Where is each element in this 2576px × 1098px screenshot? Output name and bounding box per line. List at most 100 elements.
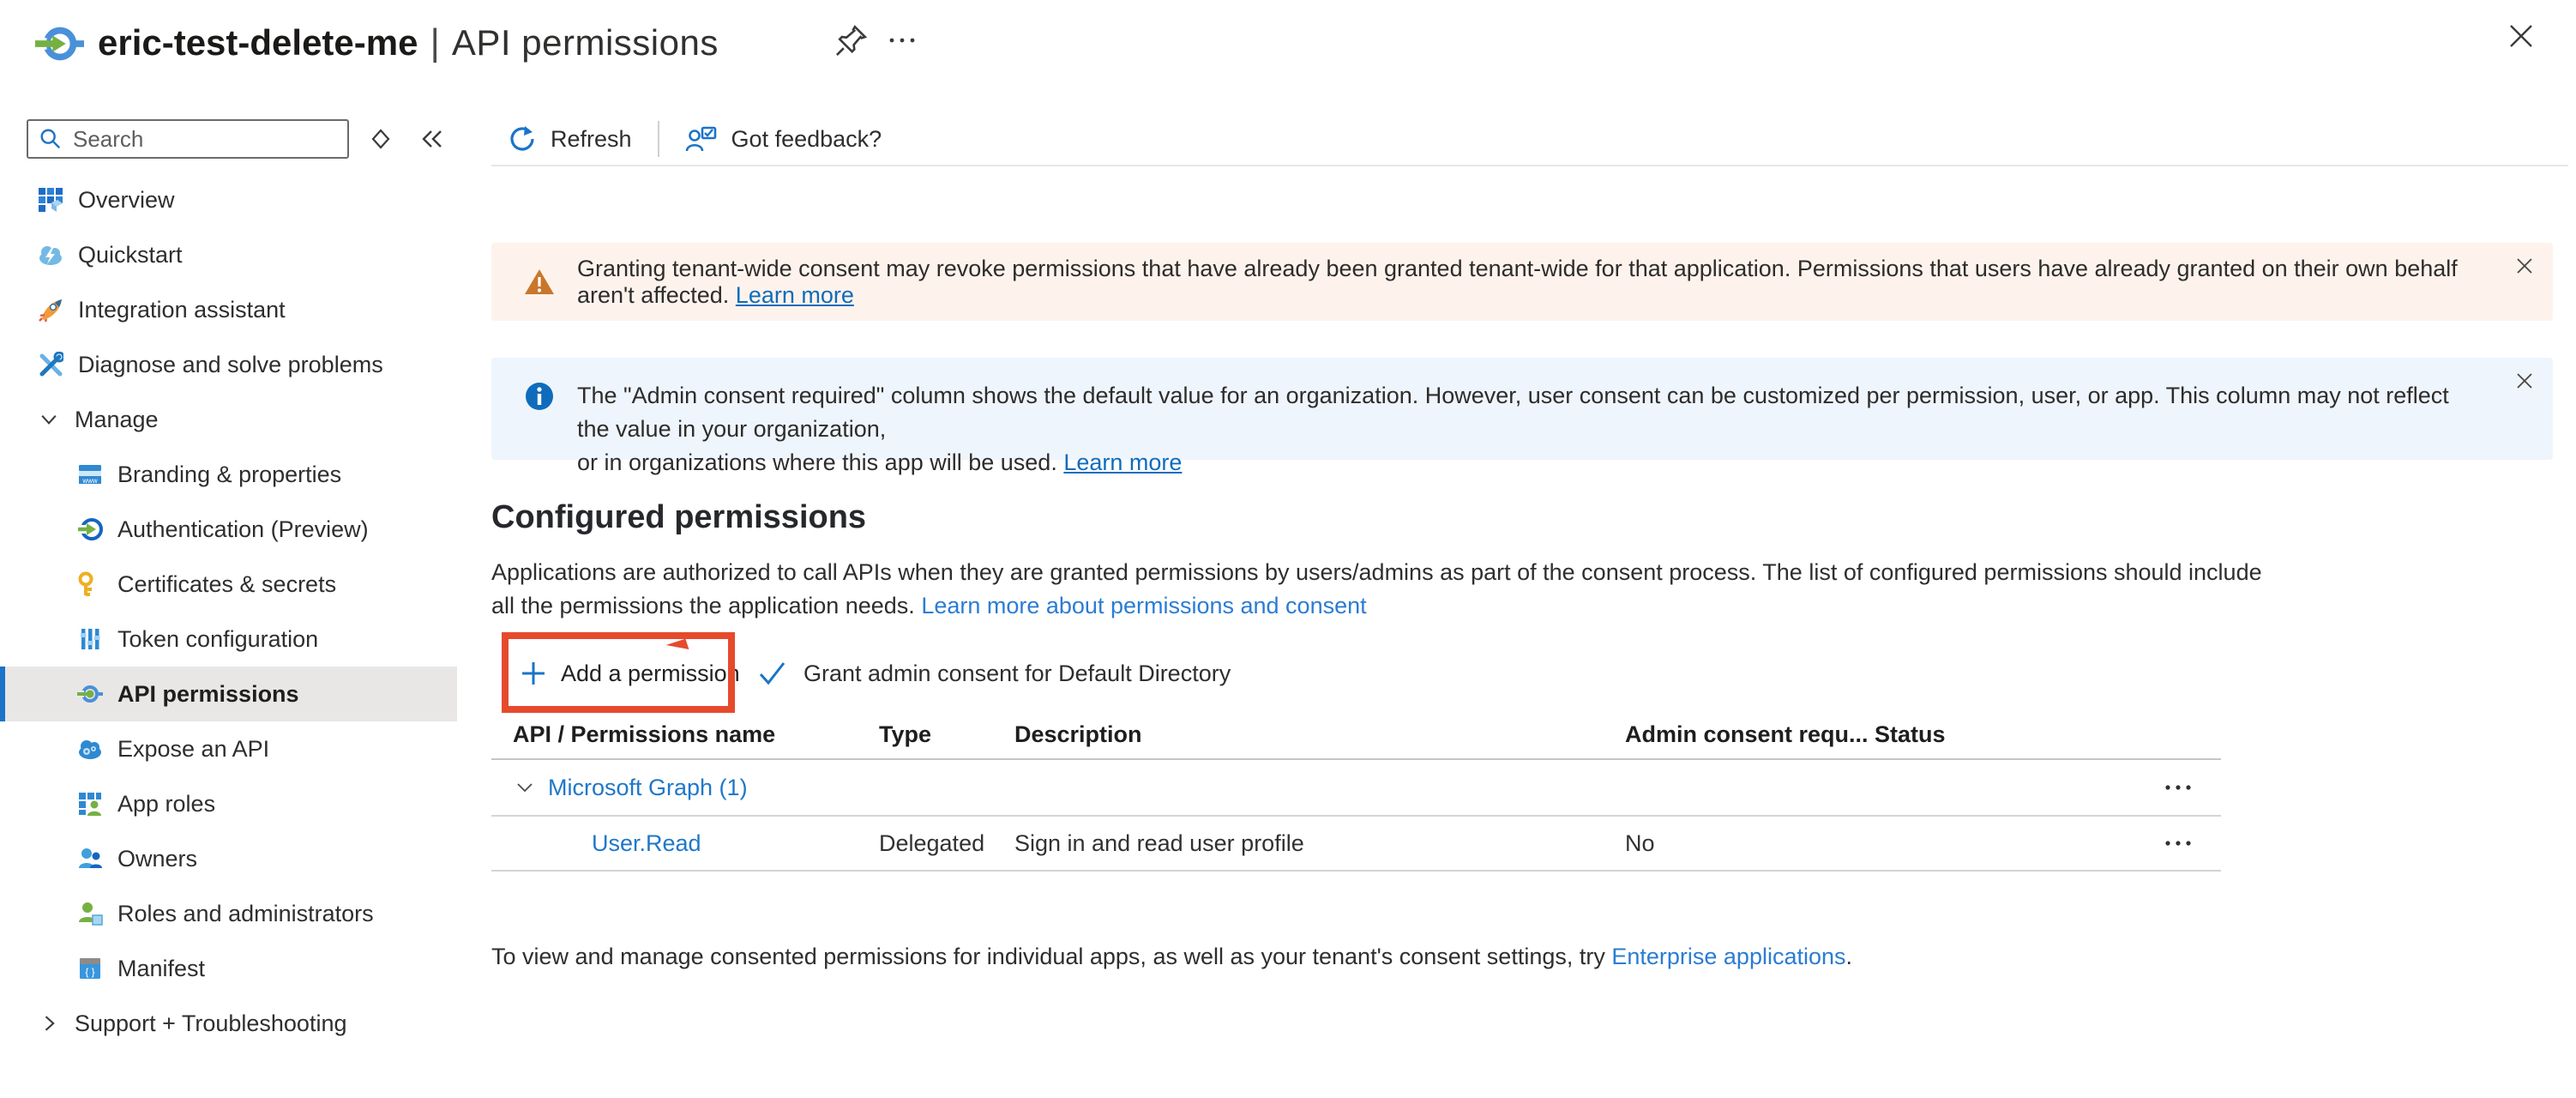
title-separator: |	[430, 21, 439, 64]
sidebar-item-roles-administrators[interactable]: Roles and administrators	[0, 886, 457, 941]
collapse-sidebar-icon[interactable]	[418, 125, 446, 153]
sidebar-item-expose-api[interactable]: Expose an API	[0, 721, 457, 776]
warning-icon	[524, 268, 555, 297]
sidebar-item-manage[interactable]: Manage	[0, 392, 457, 447]
row-ellipsis-icon	[2163, 836, 2194, 850]
app-name: eric-test-delete-me	[98, 22, 418, 63]
add-permission-button[interactable]: Add a permission	[521, 650, 740, 697]
sidebar-item-diagnose[interactable]: Diagnose and solve problems	[0, 337, 457, 392]
sidebar-item-label: Support + Troubleshooting	[75, 1011, 346, 1037]
authentication-icon	[77, 516, 103, 542]
permissions-consent-link[interactable]: Learn more about permissions and consent	[921, 593, 1366, 618]
close-blade-icon[interactable]	[2504, 19, 2538, 53]
toolbar-divider	[658, 121, 659, 157]
footer-period: .	[1846, 944, 1853, 969]
manifest-icon: { }	[77, 956, 103, 981]
sidebar-item-support-troubleshooting[interactable]: Support + Troubleshooting	[0, 996, 457, 1051]
expand-collapse-chevron-icon[interactable]	[515, 777, 535, 798]
section-description: Applications are authorized to call APIs…	[491, 556, 2262, 623]
sidebar-item-owners[interactable]: Owners	[0, 831, 457, 886]
sliders-icon	[77, 626, 103, 652]
svg-text:www: www	[81, 477, 98, 485]
sidebar-item-label: Quickstart	[78, 242, 183, 268]
more-commands-icon[interactable]	[885, 26, 919, 55]
command-bar: Refresh Got feedback?	[508, 115, 882, 163]
add-permission-label: Add a permission	[561, 661, 740, 687]
sidebar-search	[27, 119, 349, 159]
info-learn-more-link[interactable]: Learn more	[1063, 449, 1182, 475]
permission-name-link[interactable]: User.Read	[592, 830, 701, 856]
sidebar-item-manifest[interactable]: { } Manifest	[0, 941, 457, 996]
app-roles-icon	[77, 791, 103, 817]
sidebar-item-label: Token configuration	[117, 626, 318, 653]
blade-name: API permissions	[452, 22, 719, 63]
page-title: eric-test-delete-me | API permissions	[98, 17, 719, 69]
expander-icon[interactable]	[367, 125, 394, 153]
sidebar-item-label: Manifest	[117, 956, 205, 982]
row-menu-button[interactable]	[2135, 836, 2221, 850]
search-input[interactable]	[73, 126, 330, 153]
description-line2: all the permissions the application need…	[491, 593, 915, 618]
sidebar-item-label: Overview	[78, 187, 175, 214]
sidebar-item-label: Branding & properties	[117, 462, 341, 488]
warning-learn-more-link[interactable]: Learn more	[736, 282, 854, 308]
sidebar-item-app-roles[interactable]: App roles	[0, 776, 457, 831]
footer-text: To view and manage consented permissions…	[491, 944, 1611, 969]
info-text: The "Admin consent required" column show…	[577, 379, 2484, 480]
description-line1: Applications are authorized to call APIs…	[491, 559, 2262, 585]
info-message-line1: The "Admin consent required" column show…	[577, 383, 2449, 442]
info-close-icon[interactable]	[2513, 370, 2536, 392]
sidebar-nav: Overview Quickstart Integratio	[0, 172, 457, 1051]
expose-api-icon	[77, 736, 103, 762]
sidebar-item-branding[interactable]: www Branding & properties	[0, 447, 457, 502]
api-permissions-icon	[77, 681, 103, 707]
overview-icon	[38, 187, 63, 213]
api-group-link[interactable]: Microsoft Graph (1)	[548, 775, 748, 801]
sidebar: Overview Quickstart Integratio	[0, 112, 457, 1098]
info-banner: The "Admin consent required" column show…	[491, 358, 2553, 460]
owners-icon	[77, 846, 103, 872]
info-icon	[524, 381, 555, 412]
permissions-table: API / Permissions name Type Description …	[491, 710, 2221, 872]
info-message-line2: or in organizations where this app will …	[577, 449, 1057, 475]
sidebar-item-api-permissions[interactable]: API permissions	[0, 667, 457, 721]
plus-icon	[521, 661, 546, 686]
sidebar-item-authentication[interactable]: Authentication (Preview)	[0, 502, 457, 557]
sidebar-item-certificates[interactable]: Certificates & secrets	[0, 557, 457, 612]
sidebar-item-label: Expose an API	[117, 736, 269, 763]
permission-admin-consent-cell: No	[1625, 830, 1875, 857]
sidebar-item-integration-assistant[interactable]: Integration assistant	[0, 282, 457, 337]
grant-admin-consent-button[interactable]: Grant admin consent for Default Director…	[758, 650, 1231, 697]
sidebar-item-label: Integration assistant	[78, 297, 286, 323]
row-menu-button[interactable]	[2135, 781, 2221, 794]
sidebar-item-overview[interactable]: Overview	[0, 172, 457, 227]
warning-close-icon[interactable]	[2513, 255, 2536, 277]
grant-admin-consent-label: Grant admin consent for Default Director…	[803, 661, 1231, 687]
rocket-icon	[38, 297, 63, 323]
refresh-icon	[508, 124, 537, 154]
app-registration-icon	[34, 19, 84, 69]
column-header-api-permissions-name: API / Permissions name	[491, 721, 872, 748]
table-header-row: API / Permissions name Type Description …	[491, 710, 2221, 760]
sidebar-item-label: Authentication (Preview)	[117, 516, 369, 543]
chevron-down-icon	[38, 408, 60, 431]
refresh-button[interactable]: Refresh	[508, 124, 632, 154]
quickstart-icon	[38, 242, 63, 268]
roles-administrators-icon	[77, 901, 103, 926]
sidebar-item-label: Manage	[75, 407, 159, 433]
enterprise-applications-link[interactable]: Enterprise applications	[1611, 944, 1845, 969]
pin-icon[interactable]	[834, 22, 870, 58]
api-permissions-blade: eric-test-delete-me | API permissions	[0, 0, 2576, 1098]
search-icon	[39, 127, 63, 151]
warning-banner: Granting tenant-wide consent may revoke …	[491, 243, 2553, 321]
warning-message: Granting tenant-wide consent may revoke …	[577, 256, 2458, 308]
feedback-button[interactable]: Got feedback?	[685, 124, 882, 154]
sidebar-item-quickstart[interactable]: Quickstart	[0, 227, 457, 282]
sidebar-item-label: Diagnose and solve problems	[78, 352, 383, 378]
section-title: Configured permissions	[491, 499, 866, 536]
sidebar-item-token-configuration[interactable]: Token configuration	[0, 612, 457, 667]
column-header-type: Type	[872, 721, 1014, 748]
permission-description-cell: Sign in and read user profile	[1014, 830, 1625, 857]
sidebar-item-label: API permissions	[117, 681, 299, 708]
refresh-label: Refresh	[551, 126, 632, 153]
